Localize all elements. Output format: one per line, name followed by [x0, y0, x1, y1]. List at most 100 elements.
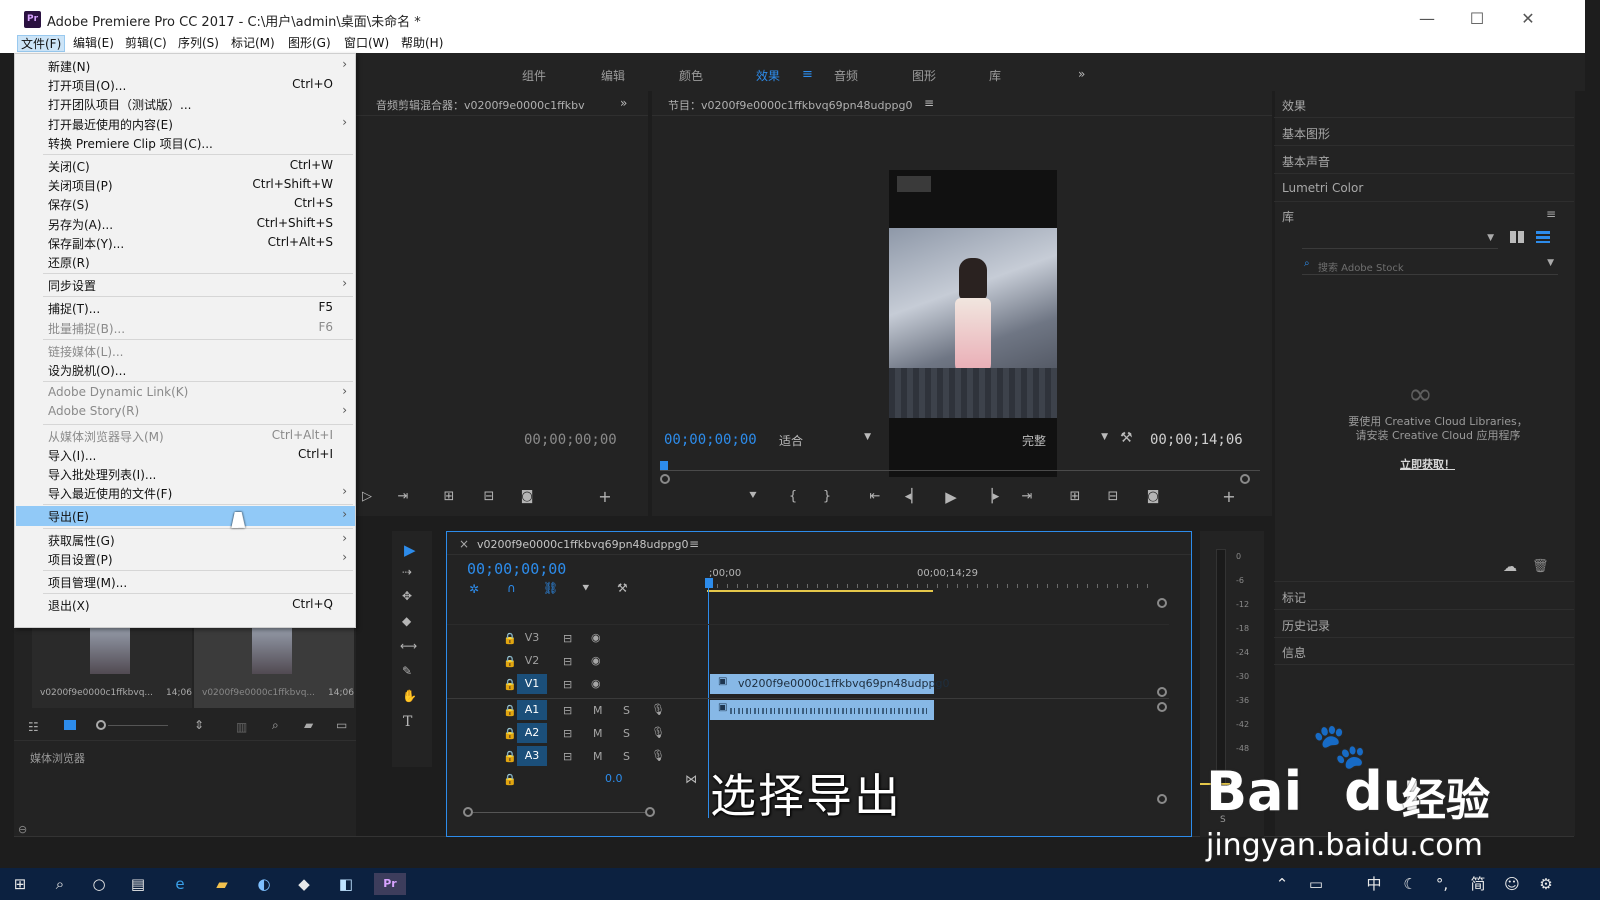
- file-menu-item[interactable]: 同步设置 ›: [16, 275, 355, 295]
- master-track-collapse-icon[interactable]: ⋈: [685, 772, 697, 786]
- file-menu-item[interactable]: 链接媒体(L)...: [16, 341, 355, 361]
- source-play-icon[interactable]: ▷: [358, 489, 376, 504]
- track-divider-handle[interactable]: [1157, 687, 1167, 697]
- solo-button[interactable]: S: [623, 704, 630, 717]
- lock-icon[interactable]: 🔒: [503, 750, 517, 763]
- sync-lock-icon[interactable]: ⊟: [563, 655, 572, 668]
- new-item-icon[interactable]: ▭: [336, 718, 347, 732]
- zoom-handle-left[interactable]: [660, 474, 670, 484]
- sort-icon[interactable]: ⇕: [194, 718, 204, 732]
- fit-dropdown[interactable]: 适合 ▼: [779, 432, 871, 448]
- pen-tool-icon[interactable]: ✎: [402, 664, 412, 678]
- file-menu-item[interactable]: 保存副本(Y)... Ctrl+Alt+S: [16, 233, 355, 253]
- step-back-icon[interactable]: ◂▏: [904, 489, 922, 504]
- play-icon[interactable]: ▶: [942, 488, 960, 506]
- sequence-menu-icon[interactable]: ≡: [689, 537, 699, 551]
- ime-chinese-mode[interactable]: 中: [1362, 873, 1386, 895]
- mute-button[interactable]: M: [593, 727, 603, 740]
- libraries-menu-icon[interactable]: ≡: [1546, 207, 1556, 221]
- timeline-settings-wrench-icon[interactable]: ⚒: [617, 581, 628, 595]
- mute-button[interactable]: M: [593, 704, 603, 717]
- project-bin-item[interactable]: v0200f9e0000c1ffkbvq... 14;06: [32, 618, 192, 708]
- file-menu-item[interactable]: 导出(E) ›: [16, 506, 355, 527]
- file-menu-item[interactable]: 退出(X) Ctrl+Q: [16, 595, 355, 615]
- file-menu-item[interactable]: 转换 Premiere Clip 项目(C)...: [16, 133, 355, 153]
- lift-icon[interactable]: ⊞: [1066, 489, 1084, 504]
- new-bin-folder-icon[interactable]: ▰: [304, 718, 313, 732]
- track-a3-label[interactable]: A3: [517, 746, 547, 766]
- panel-more-icon[interactable]: »: [620, 96, 627, 110]
- essential-sound-panel-tab[interactable]: 基本声音: [1282, 153, 1330, 170]
- lock-icon[interactable]: 🔒: [503, 773, 517, 786]
- program-menu-icon[interactable]: ≡: [924, 96, 934, 110]
- program-video-frame[interactable]: [889, 170, 1057, 477]
- timeline-playhead-timecode[interactable]: 00;00;00;00: [467, 560, 566, 578]
- audio-clip-mixer-title[interactable]: 音频剪辑混合器：v0200f9e0000c1ffkbv: [376, 97, 585, 113]
- go-to-in-icon[interactable]: ⇤: [866, 489, 884, 504]
- razor-tool-icon[interactable]: ◆: [402, 614, 411, 628]
- track-v3-label[interactable]: V3: [517, 628, 547, 648]
- file-menu-item[interactable]: 关闭项目(P) Ctrl+Shift+W: [16, 175, 355, 195]
- wrench-settings-icon[interactable]: ⚒: [1120, 430, 1133, 446]
- close-button[interactable]: ✕: [1517, 8, 1539, 30]
- qq-icon[interactable]: ◆: [292, 873, 316, 895]
- audio-tracks-scroll-handle-top[interactable]: [1157, 702, 1167, 712]
- workspace-graphics[interactable]: 图形: [912, 67, 936, 84]
- tray-expand-icon[interactable]: ⌃: [1270, 873, 1294, 895]
- type-tool-icon[interactable]: T: [403, 714, 412, 730]
- step-forward-icon[interactable]: ▕▸: [982, 489, 1000, 504]
- file-menu-item[interactable]: 还原(R): [16, 252, 355, 272]
- zoom-slider-handle[interactable]: [96, 720, 106, 730]
- ime-punctuation-icon[interactable]: °,: [1430, 873, 1454, 895]
- export-frame-camera-icon[interactable]: ◙: [1144, 489, 1162, 504]
- menu-sequence[interactable]: 序列(S): [175, 35, 222, 52]
- lock-icon[interactable]: 🔒: [503, 655, 517, 668]
- file-menu-item[interactable]: 获取属性(G) ›: [16, 530, 355, 550]
- file-menu-item[interactable]: 另存为(A)... Ctrl+Shift+S: [16, 214, 355, 234]
- track-a2-label[interactable]: A2: [517, 723, 547, 743]
- sync-lock-icon[interactable]: ⊟: [563, 678, 572, 691]
- eye-visibility-icon[interactable]: ◉: [591, 677, 601, 690]
- workspace-audio[interactable]: 音频: [834, 67, 858, 84]
- libraries-panel-tab[interactable]: 库: [1282, 208, 1294, 225]
- menu-graphics[interactable]: 图形(G): [285, 35, 334, 52]
- network-icon[interactable]: ▭: [1304, 873, 1328, 895]
- project-bin-item-selected[interactable]: v0200f9e0000c1ffkbvq... 14;06: [194, 618, 354, 708]
- workspace-assembly[interactable]: 组件: [522, 67, 546, 84]
- timeline-zoom-handle-left[interactable]: [463, 807, 473, 817]
- library-select-dropdown[interactable]: ▼: [1302, 231, 1498, 249]
- file-menu-item[interactable]: 保存(S) Ctrl+S: [16, 194, 355, 214]
- program-monitor-title[interactable]: 节目：v0200f9e0000c1ffkbvq69pn48udppg0: [668, 97, 912, 113]
- video-tracks-scroll-handle[interactable]: [1157, 598, 1167, 608]
- file-menu-item[interactable]: 新建(N) ›: [16, 56, 355, 76]
- timeline-horizontal-scrollbar[interactable]: [473, 812, 645, 813]
- source-insert-icon[interactable]: ⊞: [440, 489, 458, 504]
- adobe-stock-search[interactable]: ⌕ 搜索 Adobe Stock ▼: [1302, 255, 1558, 275]
- source-overwrite-icon[interactable]: ⊟: [480, 489, 498, 504]
- workspace-effects[interactable]: 效果: [756, 67, 780, 84]
- edge-browser-icon[interactable]: e: [168, 873, 192, 895]
- source-add-icon[interactable]: +: [596, 487, 614, 506]
- file-explorer-icon[interactable]: ▰: [210, 873, 234, 895]
- lock-icon[interactable]: 🔒: [503, 727, 517, 740]
- media-browser-tab[interactable]: 媒体浏览器: [30, 750, 85, 766]
- essential-graphics-panel-tab[interactable]: 基本图形: [1282, 125, 1330, 142]
- file-menu-item[interactable]: 项目设置(P) ›: [16, 549, 355, 569]
- lock-icon[interactable]: 🔒: [503, 704, 517, 717]
- ime-simplified-mode[interactable]: 简: [1466, 873, 1490, 895]
- sync-lock-icon[interactable]: ⊟: [563, 750, 572, 763]
- minimize-button[interactable]: —: [1416, 8, 1438, 30]
- menu-help[interactable]: 帮助(H): [398, 35, 446, 52]
- timeline-playhead-line[interactable]: [708, 588, 709, 818]
- slip-tool-icon[interactable]: ⟷: [400, 639, 417, 653]
- eye-visibility-icon[interactable]: ◉: [591, 654, 601, 667]
- selection-tool-icon[interactable]: ▶: [404, 541, 416, 559]
- sequence-tab-title[interactable]: v0200f9e0000c1ffkbvq69pn48udppg0: [477, 538, 688, 551]
- track-v1-label[interactable]: V1: [517, 674, 547, 694]
- history-panel-tab[interactable]: 历史记录: [1282, 617, 1330, 634]
- eye-visibility-icon[interactable]: ◉: [591, 631, 601, 644]
- list-view-icon[interactable]: [1536, 231, 1550, 243]
- timeline-playhead-marker[interactable]: [705, 578, 713, 588]
- track-v2-label[interactable]: V2: [517, 651, 547, 671]
- voice-over-mic-icon[interactable]: 🎙: [651, 726, 665, 739]
